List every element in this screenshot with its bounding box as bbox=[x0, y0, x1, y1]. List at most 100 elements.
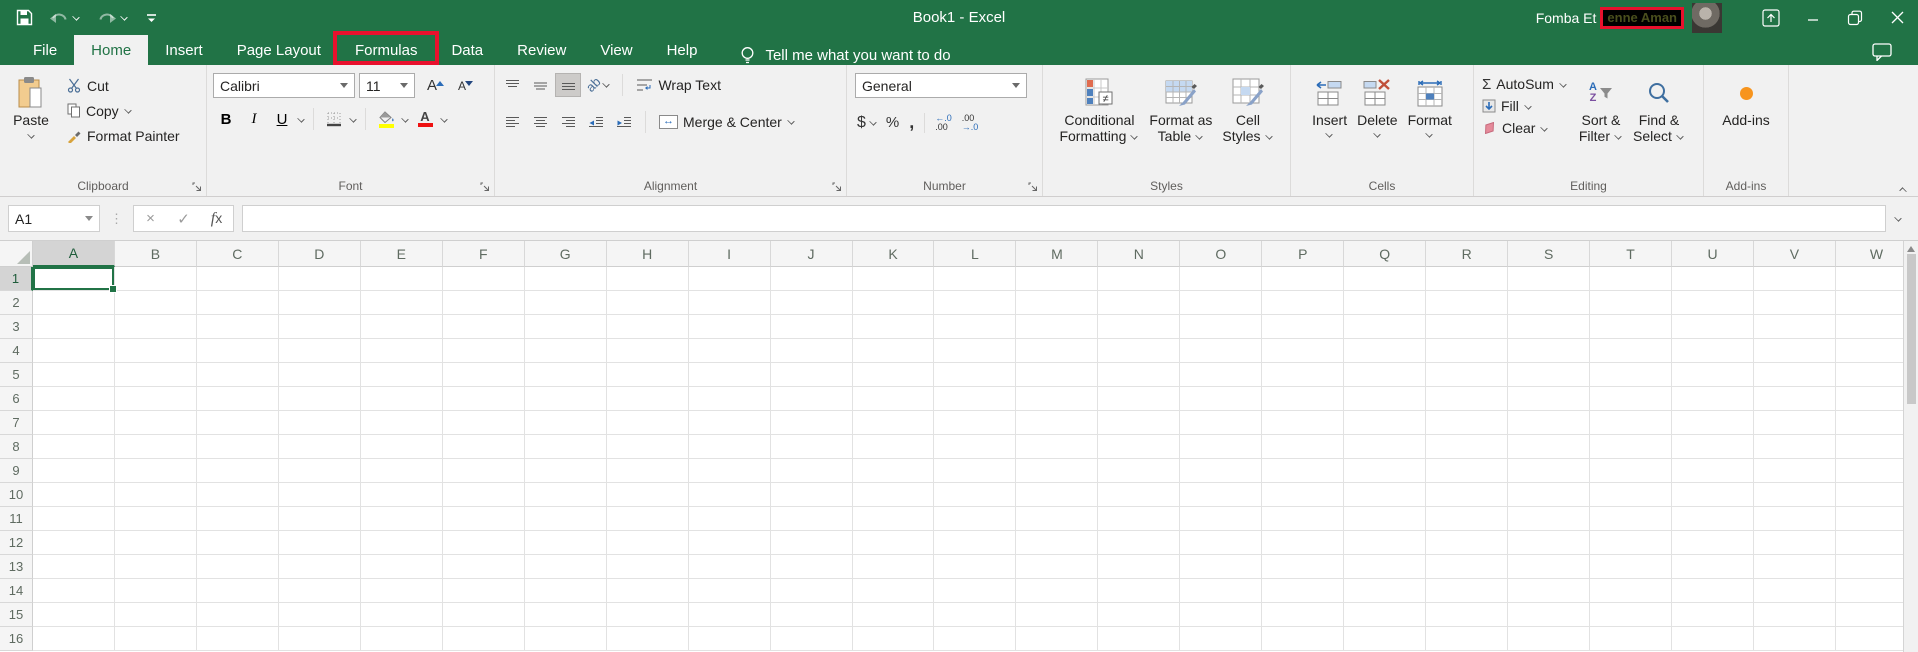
cell-B7[interactable] bbox=[114, 411, 197, 435]
column-header-U[interactable]: U bbox=[1672, 241, 1754, 267]
row-header-13[interactable]: 13 bbox=[0, 555, 33, 579]
cell-I11[interactable] bbox=[688, 507, 771, 531]
comments-icon[interactable] bbox=[1872, 43, 1892, 61]
grow-font-button[interactable]: A bbox=[419, 74, 445, 98]
cell-H7[interactable] bbox=[606, 411, 689, 435]
cell-Q1[interactable] bbox=[1344, 267, 1427, 291]
cell-K6[interactable] bbox=[852, 387, 935, 411]
column-header-E[interactable]: E bbox=[360, 241, 443, 267]
cell-C11[interactable] bbox=[196, 507, 279, 531]
fill-color-button[interactable] bbox=[373, 107, 399, 131]
cell-G10[interactable] bbox=[524, 483, 607, 507]
cell-B1[interactable] bbox=[114, 267, 197, 291]
close-button[interactable] bbox=[1876, 0, 1918, 35]
cell-S6[interactable] bbox=[1508, 387, 1591, 411]
cell-T1[interactable] bbox=[1590, 267, 1673, 291]
cell-K11[interactable] bbox=[852, 507, 935, 531]
cell-A11[interactable] bbox=[32, 507, 115, 531]
cell-I4[interactable] bbox=[688, 339, 771, 363]
cell-S7[interactable] bbox=[1508, 411, 1591, 435]
cell-D9[interactable] bbox=[278, 459, 361, 483]
cell-H5[interactable] bbox=[606, 363, 689, 387]
cell-B10[interactable] bbox=[114, 483, 197, 507]
cell-E7[interactable] bbox=[360, 411, 443, 435]
cell-J12[interactable] bbox=[770, 531, 853, 555]
cell-R8[interactable] bbox=[1426, 435, 1509, 459]
cell-A14[interactable] bbox=[32, 579, 115, 603]
cell-E5[interactable] bbox=[360, 363, 443, 387]
row-header-2[interactable]: 2 bbox=[0, 291, 33, 315]
cell-U12[interactable] bbox=[1672, 531, 1754, 555]
tab-page-layout[interactable]: Page Layout bbox=[220, 35, 338, 65]
cell-G1[interactable] bbox=[524, 267, 607, 291]
cell-Q10[interactable] bbox=[1344, 483, 1427, 507]
cell-R5[interactable] bbox=[1426, 363, 1509, 387]
redo-button[interactable] bbox=[97, 11, 129, 25]
cell-L15[interactable] bbox=[934, 603, 1017, 627]
cell-O7[interactable] bbox=[1180, 411, 1263, 435]
cell-N12[interactable] bbox=[1098, 531, 1181, 555]
cancel-icon[interactable]: × bbox=[134, 210, 167, 227]
clear-dropdown-icon[interactable] bbox=[1540, 125, 1549, 132]
column-header-T[interactable]: T bbox=[1590, 241, 1673, 267]
cell-P8[interactable] bbox=[1262, 435, 1345, 459]
cell-J16[interactable] bbox=[770, 627, 853, 651]
select-all-corner[interactable] bbox=[0, 241, 33, 267]
font-color-dropdown-icon[interactable] bbox=[440, 116, 449, 123]
cell-R10[interactable] bbox=[1426, 483, 1509, 507]
cell-H8[interactable] bbox=[606, 435, 689, 459]
cell-R1[interactable] bbox=[1426, 267, 1509, 291]
cell-M12[interactable] bbox=[1016, 531, 1099, 555]
row-header-4[interactable]: 4 bbox=[0, 339, 33, 363]
cell-K1[interactable] bbox=[852, 267, 935, 291]
cell-J10[interactable] bbox=[770, 483, 853, 507]
tab-formulas[interactable]: Formulas bbox=[332, 31, 440, 65]
cell-N6[interactable] bbox=[1098, 387, 1181, 411]
cell-V11[interactable] bbox=[1754, 507, 1836, 531]
cell-N1[interactable] bbox=[1098, 267, 1181, 291]
cell-J9[interactable] bbox=[770, 459, 853, 483]
cell-D13[interactable] bbox=[278, 555, 361, 579]
column-header-P[interactable]: P bbox=[1262, 241, 1345, 267]
cell-E1[interactable] bbox=[360, 267, 443, 291]
cell-R2[interactable] bbox=[1426, 291, 1509, 315]
cell-N10[interactable] bbox=[1098, 483, 1181, 507]
cell-S1[interactable] bbox=[1508, 267, 1591, 291]
cell-F14[interactable] bbox=[442, 579, 525, 603]
cell-K5[interactable] bbox=[852, 363, 935, 387]
cell-P1[interactable] bbox=[1262, 267, 1345, 291]
cell-R14[interactable] bbox=[1426, 579, 1509, 603]
accounting-dropdown-icon[interactable] bbox=[869, 119, 878, 126]
cell-D4[interactable] bbox=[278, 339, 361, 363]
cell-G13[interactable] bbox=[524, 555, 607, 579]
column-header-R[interactable]: R bbox=[1426, 241, 1509, 267]
cell-J7[interactable] bbox=[770, 411, 853, 435]
tab-home[interactable]: Home bbox=[74, 35, 149, 65]
cell-A9[interactable] bbox=[32, 459, 115, 483]
row-header-16[interactable]: 16 bbox=[0, 627, 33, 651]
format-dropdown-icon[interactable] bbox=[1425, 131, 1434, 138]
fill-button[interactable]: Fill bbox=[1478, 95, 1572, 117]
cell-E9[interactable] bbox=[360, 459, 443, 483]
column-header-F[interactable]: F bbox=[442, 241, 525, 267]
cell-J13[interactable] bbox=[770, 555, 853, 579]
cell-Q16[interactable] bbox=[1344, 627, 1427, 651]
cell-Q7[interactable] bbox=[1344, 411, 1427, 435]
cell-U6[interactable] bbox=[1672, 387, 1754, 411]
cell-A6[interactable] bbox=[32, 387, 115, 411]
cell-J4[interactable] bbox=[770, 339, 853, 363]
cell-O2[interactable] bbox=[1180, 291, 1263, 315]
cell-Q11[interactable] bbox=[1344, 507, 1427, 531]
cell-R3[interactable] bbox=[1426, 315, 1509, 339]
middle-align-button[interactable] bbox=[527, 73, 553, 97]
cell-D16[interactable] bbox=[278, 627, 361, 651]
cell-T8[interactable] bbox=[1590, 435, 1673, 459]
cell-M15[interactable] bbox=[1016, 603, 1099, 627]
cell-styles-dropdown-icon[interactable] bbox=[1265, 133, 1274, 140]
cell-L8[interactable] bbox=[934, 435, 1017, 459]
cell-G2[interactable] bbox=[524, 291, 607, 315]
tab-review[interactable]: Review bbox=[500, 35, 583, 65]
row-header-1[interactable]: 1 bbox=[0, 267, 33, 291]
cell-C5[interactable] bbox=[196, 363, 279, 387]
cell-B2[interactable] bbox=[114, 291, 197, 315]
